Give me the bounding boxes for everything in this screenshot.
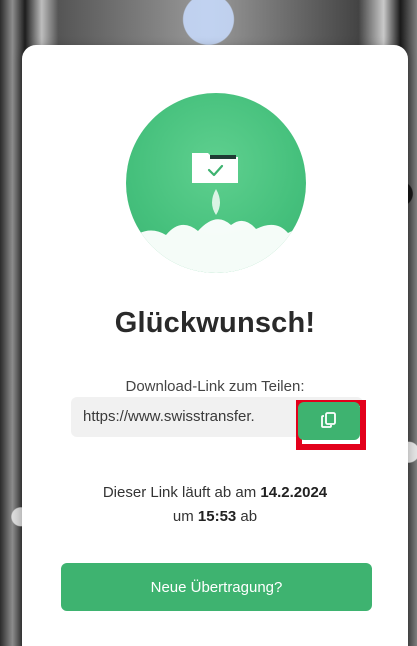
- copy-link-button[interactable]: [298, 402, 360, 440]
- new-transfer-button[interactable]: Neue Übertragung?: [61, 563, 372, 611]
- expiry-time-prefix: um: [172, 508, 198, 525]
- expiry-text: Dieser Link läuft ab am 14.2.2024 um 15:…: [22, 481, 408, 529]
- page-title: Glückwunsch!: [114, 307, 316, 339]
- expiry-prefix: Dieser Link läuft ab am: [102, 484, 261, 501]
- success-dialog: Glückwunsch! Download-Link zum Teilen: D…: [22, 45, 408, 646]
- share-link-input[interactable]: [71, 397, 295, 437]
- expiry-time: 15:53: [197, 508, 237, 525]
- expiry-suffix: ab: [236, 508, 258, 525]
- expiry-date: 14.2.2024: [260, 484, 328, 501]
- share-link-label: Download-Link zum Teilen:: [125, 378, 305, 395]
- copy-icon: [320, 411, 338, 432]
- folder-rocket-illustration: [126, 93, 306, 273]
